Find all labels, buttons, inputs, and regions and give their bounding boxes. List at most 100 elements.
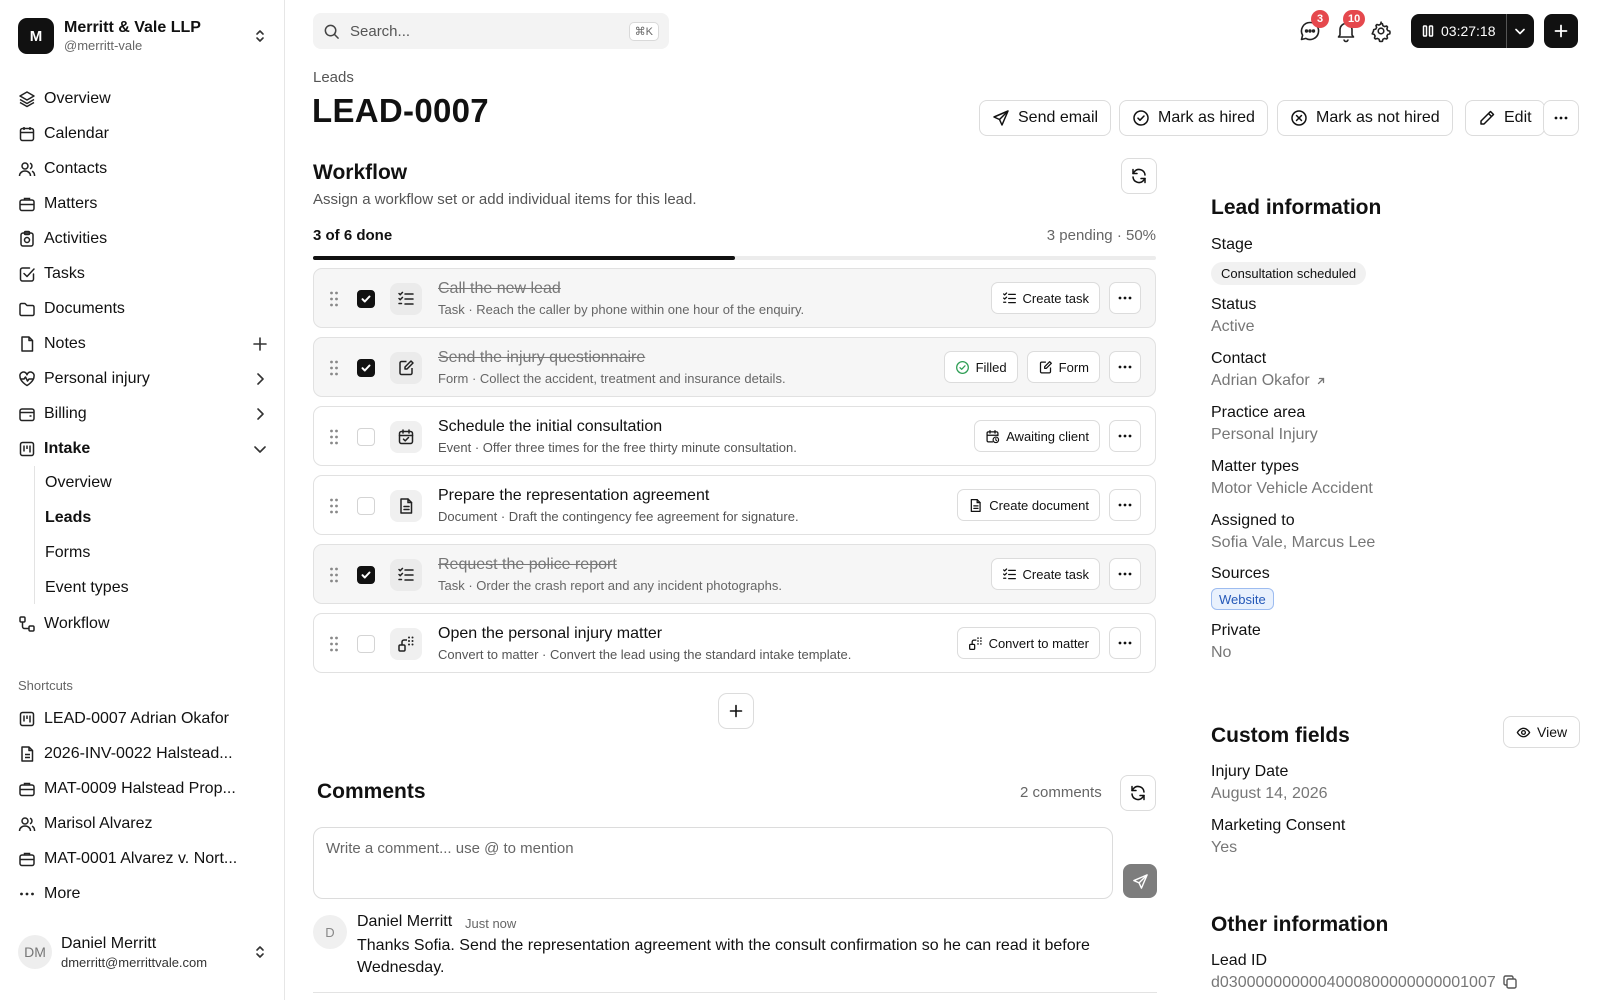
chip-label: Convert to matter xyxy=(988,635,1089,651)
add-workflow-item-button[interactable] xyxy=(718,693,754,729)
shortcut-label: MAT-0001 Alvarez v. Nort... xyxy=(44,850,238,867)
progress-pending-text: 3 pending · 50% xyxy=(1046,227,1156,244)
more-horizontal-icon xyxy=(1118,572,1132,576)
copy-icon[interactable] xyxy=(1502,974,1518,990)
comment-text: Thanks Sofia. Send the representation ag… xyxy=(357,937,1090,976)
form-edit-icon xyxy=(1039,360,1052,374)
task-list-icon xyxy=(398,567,414,581)
sidebar-subitem-overview[interactable]: Overview xyxy=(45,469,265,497)
drag-handle-icon[interactable] xyxy=(328,635,340,653)
shortcut-item[interactable]: 2026-INV-0022 Halstead... xyxy=(18,739,268,769)
form-button[interactable]: Form xyxy=(1026,351,1100,383)
workflow-item-more-button[interactable] xyxy=(1109,282,1141,314)
sidebar-item-label: Notes xyxy=(44,335,86,352)
create-new-button[interactable] xyxy=(1544,14,1578,48)
mark-as-not-hired-button[interactable]: Mark as not hired xyxy=(1277,100,1453,136)
search-input[interactable] xyxy=(350,22,629,40)
task-list-icon xyxy=(1002,567,1016,579)
settings-button[interactable] xyxy=(1368,18,1394,44)
send-email-button[interactable]: Send email xyxy=(979,100,1112,136)
workflow-item-more-button[interactable] xyxy=(1109,489,1141,521)
workflow-item-checkbox[interactable] xyxy=(357,635,375,653)
shortcut-item[interactable]: MAT-0009 Halstead Prop... xyxy=(18,774,268,804)
workflow-item-type xyxy=(390,559,422,591)
more-horizontal-icon xyxy=(1554,116,1568,120)
sidebar-item-contacts[interactable]: Contacts xyxy=(18,154,268,184)
briefcase-icon xyxy=(19,852,35,867)
contact-link[interactable]: Adrian Okafor xyxy=(1211,372,1327,390)
sidebar-item-overview[interactable]: Overview xyxy=(18,84,268,114)
briefcase-icon xyxy=(19,782,35,797)
shortcut-label: MAT-0009 Halstead Prop... xyxy=(44,780,236,797)
timer-toggle-button[interactable]: 03:27:18 xyxy=(1411,14,1506,48)
sidebar-item-matters[interactable]: Matters xyxy=(18,189,268,219)
plus-icon[interactable] xyxy=(252,336,268,352)
time-tracker: 03:27:18 xyxy=(1411,14,1534,48)
drag-handle-icon[interactable] xyxy=(328,566,340,584)
comment-divider xyxy=(313,992,1157,993)
sidebar-item-label: Tasks xyxy=(44,265,85,282)
workflow-item-type xyxy=(390,421,422,453)
workflow-refresh-button[interactable] xyxy=(1121,158,1157,194)
more-actions-button[interactable] xyxy=(1543,100,1579,136)
convert-icon xyxy=(398,636,414,652)
workflow-item-checkbox[interactable] xyxy=(357,497,375,515)
mark-as-hired-button[interactable]: Mark as hired xyxy=(1119,100,1268,136)
sidebar-more[interactable]: More xyxy=(18,879,268,909)
sidebar-subitem-forms[interactable]: Forms xyxy=(45,539,265,567)
sidebar-subitem-leads[interactable]: Leads xyxy=(45,504,265,532)
shortcut-item[interactable]: Marisol Alvarez xyxy=(18,809,268,839)
more-horizontal-icon xyxy=(20,892,34,896)
chevron-right-icon xyxy=(257,408,264,420)
workflow-item-checkbox[interactable] xyxy=(357,290,375,308)
convert-to-matter-button[interactable]: Convert to matter xyxy=(956,627,1100,659)
workflow-item-checkbox[interactable] xyxy=(357,428,375,446)
workflow-item-more-button[interactable] xyxy=(1109,420,1141,452)
messages-count-badge: 3 xyxy=(1311,10,1329,28)
drag-handle-icon[interactable] xyxy=(328,497,340,515)
sidebar-item-personal-injury[interactable]: Personal injury xyxy=(18,364,268,394)
filled-status-button[interactable]: Filled xyxy=(943,351,1018,383)
more-horizontal-icon xyxy=(1118,503,1132,507)
workflow-item-checkbox[interactable] xyxy=(357,359,375,377)
sidebar-item-tasks[interactable]: Tasks xyxy=(18,259,268,289)
workflow-item: Schedule the initial consultation Event ·… xyxy=(313,406,1156,466)
sidebar-item-notes[interactable]: Notes xyxy=(18,329,268,359)
shortcut-item[interactable]: MAT-0001 Alvarez v. Nort... xyxy=(18,844,268,874)
create-task-button[interactable]: Create task xyxy=(990,558,1100,590)
user-menu[interactable]: DM Daniel Merritt dmerritt@merrittvale.c… xyxy=(18,930,268,974)
check-circle-icon xyxy=(1133,110,1149,126)
sidebar-item-documents[interactable]: Documents xyxy=(18,294,268,324)
workflow-item-checkbox[interactable] xyxy=(357,566,375,584)
send-comment-button[interactable] xyxy=(1123,864,1157,898)
search-bar[interactable]: ⌘K xyxy=(313,13,669,49)
drag-handle-icon[interactable] xyxy=(328,428,340,446)
sidebar-subitem-event-types[interactable]: Event types xyxy=(45,574,265,602)
sidebar-item-intake[interactable]: Intake xyxy=(18,434,268,464)
sidebar-item-workflow[interactable]: Workflow xyxy=(18,609,268,639)
create-task-button[interactable]: Create task xyxy=(990,282,1100,314)
shortcut-item[interactable]: LEAD-0007 Adrian Okafor xyxy=(18,704,268,734)
drag-handle-icon[interactable] xyxy=(328,290,340,308)
workflow-item-more-button[interactable] xyxy=(1109,351,1141,383)
workflow-item-more-button[interactable] xyxy=(1109,627,1141,659)
custom-fields-view-button[interactable]: View xyxy=(1503,716,1581,748)
awaiting-client-button[interactable]: Awaiting client xyxy=(974,420,1100,452)
lead-id-value: d0300000000004000800000000001007 xyxy=(1211,974,1496,991)
breadcrumb[interactable]: Leads xyxy=(313,69,354,86)
org-switcher[interactable]: M Merritt & Vale LLP @merritt-vale xyxy=(18,16,268,56)
form-edit-icon xyxy=(399,360,414,376)
sidebar-item-activities[interactable]: Activities xyxy=(18,224,268,254)
sidebar-item-calendar[interactable]: Calendar xyxy=(18,119,268,149)
gear-icon xyxy=(1371,21,1391,43)
convert-icon xyxy=(968,636,982,650)
timer-dropdown-button[interactable] xyxy=(1507,14,1535,48)
create-document-button[interactable]: Create document xyxy=(957,489,1100,521)
file-icon xyxy=(21,336,34,352)
drag-handle-icon[interactable] xyxy=(328,359,340,377)
comment-input[interactable] xyxy=(326,840,1100,886)
sidebar-item-billing[interactable]: Billing xyxy=(18,399,268,429)
workflow-item-more-button[interactable] xyxy=(1109,558,1141,590)
comments-refresh-button[interactable] xyxy=(1120,775,1156,811)
edit-button[interactable]: Edit xyxy=(1465,100,1545,136)
